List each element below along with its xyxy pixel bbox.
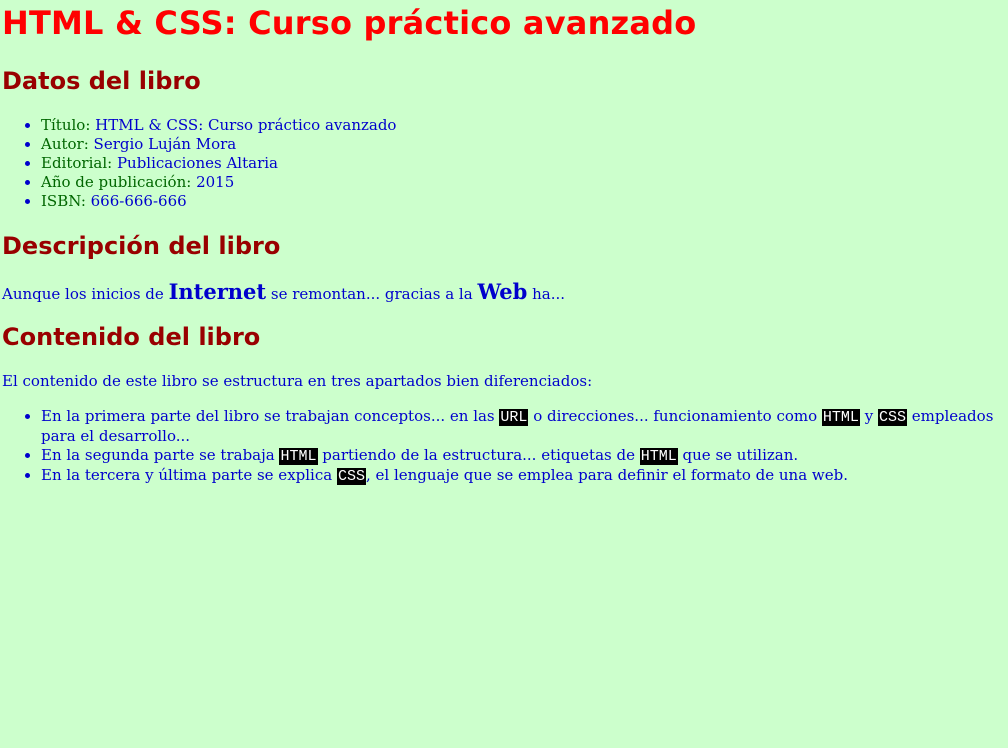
section-heading-descripcion: Descripción del libro: [2, 232, 281, 260]
description-text: ha...: [527, 285, 566, 303]
code-term: HTML: [279, 448, 318, 465]
emphasis-web: Web: [477, 279, 528, 304]
detail-label: Editorial:: [41, 154, 117, 172]
content-list: En la primera parte del libro se trabaja…: [2, 407, 1006, 486]
item-text: En la primera parte del libro se trabaja…: [41, 407, 500, 425]
detail-value: Sergio Luján Mora: [93, 135, 237, 153]
description-text: Aunque los inicios de: [2, 285, 169, 303]
detail-label: Año de publicación:: [41, 173, 197, 191]
list-item: En la tercera y última parte se explica …: [41, 466, 1006, 486]
code-term: HTML: [821, 409, 860, 426]
list-item: ISBN: 666-666-666: [41, 192, 1006, 211]
book-details-list: Título: HTML & CSS: Curso práctico avanz…: [2, 116, 1006, 211]
item-text: o direcciones... funcionamiento como: [528, 407, 822, 425]
code-term: CSS: [336, 468, 366, 485]
item-text: , el lenguaje que se emplea para definir…: [365, 466, 848, 484]
list-item: Autor: Sergio Luján Mora: [41, 135, 1006, 154]
code-term: HTML: [639, 448, 678, 465]
code-term: URL: [499, 409, 529, 426]
section-heading-contenido: Contenido del libro: [2, 323, 261, 351]
detail-value: 2015: [196, 173, 235, 191]
list-item: Editorial: Publicaciones Altaria: [41, 154, 1006, 173]
item-text: En la segunda parte se trabaja: [41, 446, 280, 464]
list-item: En la primera parte del libro se trabaja…: [41, 407, 1006, 446]
section-heading-datos: Datos del libro: [2, 67, 201, 95]
item-text: y: [859, 407, 878, 425]
page-title: HTML & CSS: Curso práctico avanzado: [2, 4, 697, 42]
description-paragraph: Aunque los inicios de Internet se remont…: [2, 279, 1006, 304]
content-intro: El contenido de este libro se estructura…: [2, 372, 593, 390]
emphasis-internet: Internet: [168, 279, 267, 304]
list-item: En la segunda parte se trabaja HTML part…: [41, 446, 1006, 466]
item-text: partiendo de la estructura... etiquetas …: [317, 446, 640, 464]
detail-label: Título:: [41, 116, 96, 134]
list-item: Título: HTML & CSS: Curso práctico avanz…: [41, 116, 1006, 135]
detail-value: Publicaciones Altaria: [116, 154, 278, 172]
item-text: En la tercera y última parte se explica: [41, 466, 337, 484]
list-item: Año de publicación: 2015: [41, 173, 1006, 192]
detail-label: ISBN:: [41, 192, 91, 210]
description-text: se remontan... gracias a la: [266, 285, 478, 303]
item-text: que se utilizan.: [677, 446, 799, 464]
detail-value: HTML & CSS: Curso práctico avanzado: [95, 116, 397, 134]
code-term: CSS: [877, 409, 907, 426]
detail-value: 666-666-666: [90, 192, 187, 210]
detail-label: Autor:: [41, 135, 94, 153]
